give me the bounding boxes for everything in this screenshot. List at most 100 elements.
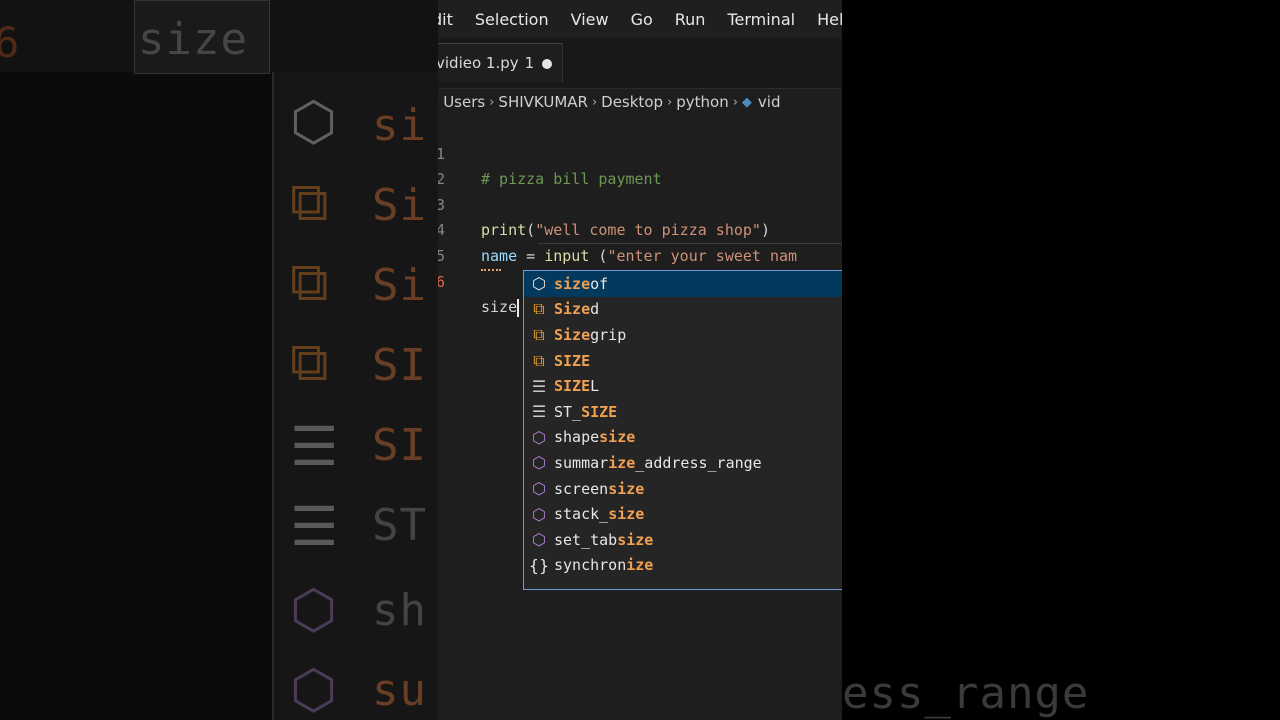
suggestion-item[interactable]: ⧉ Sizegrip [524, 322, 842, 348]
constant-icon: ☰ [290, 415, 339, 478]
suggestion-text: L [590, 377, 600, 396]
code-text: size [481, 295, 520, 321]
code-line-active[interactable]: 6 size [438, 244, 842, 317]
menu-run[interactable]: Run [664, 10, 717, 29]
chevron-right-icon: › [489, 94, 495, 110]
suggestion-text: grip [590, 325, 627, 344]
suggestion-text: summar [554, 453, 609, 472]
match-highlight: Size [554, 325, 591, 344]
current-line-border [538, 243, 842, 244]
menu-edit[interactable]: dit [438, 10, 464, 29]
tab-bar: vidieo 1.py 1 [438, 38, 842, 89]
chevron-right-icon: › [667, 94, 673, 110]
tab-label: vidieo 1.py 1 [438, 54, 534, 72]
method-icon: ⬡ [290, 90, 338, 153]
suggestion-label: synchronize [554, 556, 653, 574]
menu-bar: dit Selection View Go Run Terminal Help [438, 0, 842, 38]
typed-word: size [481, 298, 518, 317]
suggestion-text: synchron [554, 556, 627, 575]
breadcrumb-file[interactable]: vid [758, 93, 781, 111]
code-line[interactable]: 2 [438, 142, 842, 188]
breadcrumb: › Users › SHIVKUMAR › Desktop › python ›… [438, 88, 842, 116]
background-word: si [372, 100, 427, 151]
menu-selection[interactable]: Selection [464, 10, 560, 29]
suggestion-item[interactable]: ⬡ stack_size [524, 501, 842, 527]
code-line[interactable]: 3 print("well come to pizza shop") [438, 167, 842, 240]
python-file-icon: ◆ [741, 94, 752, 110]
breadcrumb-python[interactable]: python [676, 93, 728, 111]
background-left: 6 size ⬡ si ⧉ Si ⧉ Si ⧉ SI ☰ SI ☰ ST ⬡ s… [0, 0, 438, 720]
match-highlight: SIZE [554, 351, 591, 370]
suggestion-item[interactable]: ☰ ST_SIZE [524, 399, 842, 425]
suggestion-item[interactable]: {} synchronize [524, 553, 842, 579]
background-word: Si [372, 260, 427, 311]
line-number: 6 [438, 272, 446, 291]
editor-window: dit Selection View Go Run Terminal Help … [438, 0, 842, 720]
suggestion-item[interactable]: ⬡ sizeof [524, 271, 842, 297]
match-highlight: SIZE [554, 377, 591, 396]
method-icon: ⬡ [290, 658, 338, 720]
suggestion-label: SIZEL [554, 377, 599, 395]
suggestion-text: screen [554, 479, 609, 498]
code-editor[interactable]: 1 # pizza bill payment 2 3 print("well c… [438, 116, 842, 317]
namespace-icon: {} [528, 555, 550, 575]
constant-icon: ☰ [531, 402, 547, 422]
menu-view[interactable]: View [560, 10, 620, 29]
match-highlight: ize [626, 556, 654, 575]
suggestion-item[interactable]: ⬡ set_tabsize [524, 527, 842, 553]
code-line[interactable]: 4 name = input ("enter your sweet nam [438, 193, 842, 265]
text-cursor [517, 298, 520, 317]
suggestion-item[interactable]: ⬡ summarize_address_range [524, 450, 842, 476]
suggestion-text: d [590, 300, 600, 319]
class-icon: ⧉ [290, 170, 329, 233]
constant-icon: ☰ [290, 495, 339, 558]
background-right: ess_range [842, 0, 1280, 720]
method-icon: ⬡ [532, 530, 546, 550]
suggestion-widget: ⬡ sizeof ⧉ Sized ⧉ Sizegrip ⧉ SIZE ☰ SIZEL ☰ ST_SIZ… [523, 270, 842, 590]
match-highlight: ize [608, 453, 636, 472]
breadcrumb-users[interactable]: Users [443, 93, 485, 111]
menu-go[interactable]: Go [620, 10, 664, 29]
suggestion-text: of [590, 274, 609, 293]
constant-icon: ☰ [531, 376, 547, 396]
suggestion-label: ST_SIZE [554, 403, 617, 421]
tab-filename: vidieo 1.py [438, 54, 519, 72]
suggestion-item[interactable]: ⬡ screensize [524, 476, 842, 502]
method-icon: ⬡ [290, 578, 338, 641]
suggestion-label: Sized [554, 300, 599, 318]
suggestion-label: set_tabsize [554, 531, 653, 549]
breadcrumb-shivkumar[interactable]: SHIVKUMAR [498, 93, 588, 111]
suggestion-text: _address_range [635, 453, 762, 472]
method-icon: ⬡ [532, 479, 546, 499]
suggestion-label: screensize [554, 480, 644, 498]
background-word: ess_range [842, 668, 1090, 719]
menu-help[interactable]: Help [806, 10, 842, 29]
background-word: ST [372, 500, 427, 551]
suggestion-item[interactable]: ⬡ shapesize [524, 425, 842, 451]
code-line[interactable]: 5 [438, 218, 842, 265]
menu-terminal[interactable]: Terminal [716, 10, 806, 29]
suggestion-label: SIZE [554, 352, 590, 370]
editor-tab[interactable]: vidieo 1.py 1 [438, 43, 563, 82]
match-highlight: SIZE [581, 402, 618, 421]
background-word: SI [372, 420, 427, 471]
chevron-right-icon: › [732, 94, 738, 110]
match-highlight: size [554, 274, 591, 293]
chevron-right-icon: › [438, 95, 439, 110]
unsaved-dot-icon[interactable] [542, 59, 552, 69]
suggestion-item[interactable]: ☰ SIZEL [524, 373, 842, 399]
code-line[interactable]: 1 # pizza bill payment [438, 116, 842, 189]
suggestion-item[interactable]: ⧉ Sized [524, 297, 842, 323]
suggestion-item[interactable]: ⧉ SIZE [524, 348, 842, 374]
class-icon: ⧉ [533, 324, 545, 344]
tab-problem-count: 1 [524, 54, 535, 72]
background-word: su [372, 665, 427, 716]
class-icon: ⧉ [290, 250, 329, 313]
suggestion-text: ST_ [554, 402, 582, 421]
match-highlight: size [599, 428, 636, 447]
class-icon: ⧉ [533, 350, 545, 370]
method-icon: ⬡ [532, 504, 546, 524]
background-word: size [138, 14, 248, 65]
suggestion-label: Sizegrip [554, 326, 626, 344]
breadcrumb-desktop[interactable]: Desktop [601, 93, 663, 111]
